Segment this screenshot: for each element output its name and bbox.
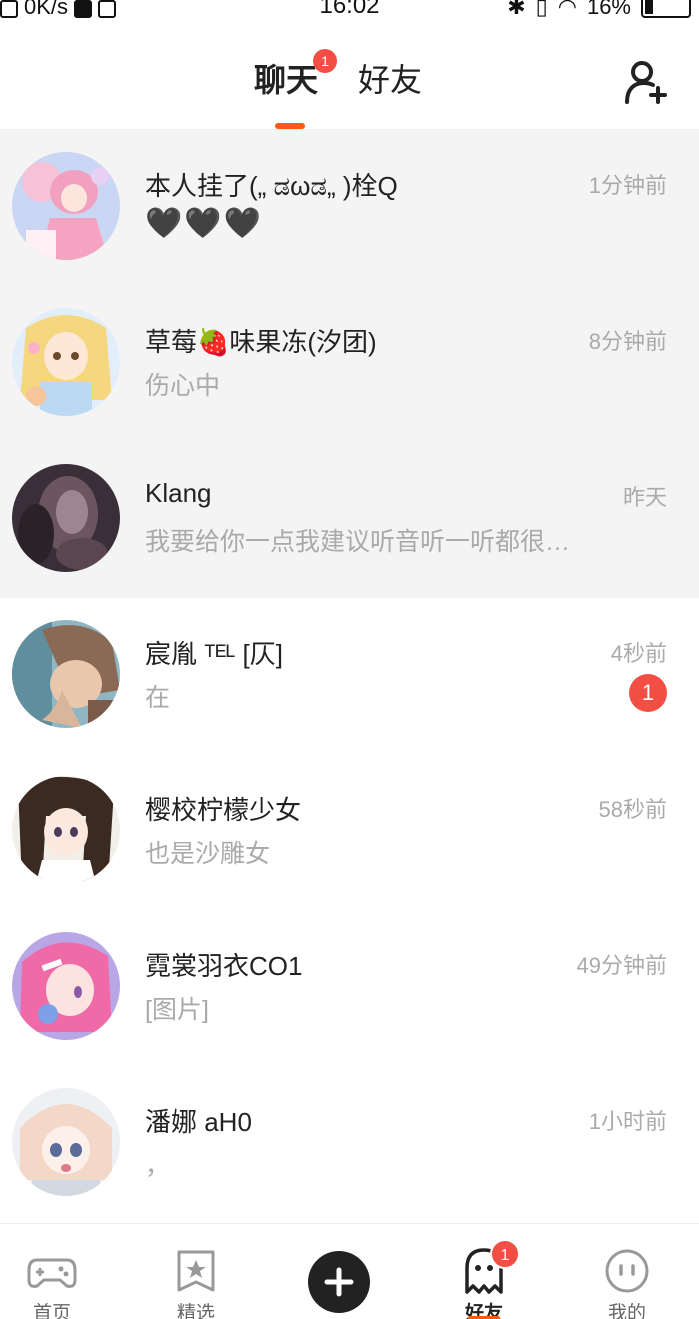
chat-preview: 也是沙雕女 [145, 840, 271, 868]
nav-home[interactable]: 首页 [0, 1224, 107, 1319]
avatar[interactable] [12, 932, 120, 1040]
header: 聊天 1 好友 [0, 22, 699, 130]
chat-preview: [图片] [145, 996, 209, 1024]
chat-row[interactable]: 草莓🍓味果冻(汐团) 8分钟前 伤心中 [0, 286, 699, 442]
avatar[interactable] [12, 1088, 120, 1196]
chat-preview: 伤心中 [145, 372, 221, 400]
avatar[interactable] [12, 620, 120, 728]
chat-row[interactable]: 霓裳羽衣CO1 49分钟前 [图片] [0, 910, 699, 1066]
chat-name: 樱校柠檬少女 [145, 795, 302, 825]
chat-time: 1小时前 [588, 1109, 667, 1134]
tab-chat[interactable]: 聊天 [254, 58, 318, 102]
nav-friends[interactable]: 好友 [429, 1224, 539, 1319]
chat-time: 8分钟前 [588, 329, 667, 354]
tab-friends[interactable]: 好友 [358, 58, 422, 102]
status-right: ✱ ▯ ◠ 16% [507, 0, 691, 20]
avatar[interactable] [12, 152, 120, 260]
chat-row[interactable]: 本人挂了(„ ಡωಡ„ )栓Q 1分钟前 🖤🖤🖤 [0, 130, 699, 286]
chat-preview: 我要给你一点我建议听音听一听都很… [145, 528, 571, 556]
face-icon [605, 1249, 649, 1293]
nav-featured-label: 精选 [176, 1303, 215, 1319]
wifi-icon: ◠ [557, 0, 577, 19]
battery-percent: 16% [586, 0, 631, 19]
chat-time: 4秒前 [610, 641, 667, 666]
chat-name: Klang [145, 478, 212, 508]
nav-profile-label: 我的 [607, 1303, 646, 1319]
avatar[interactable] [12, 776, 120, 884]
chat-name: 霓裳羽衣CO1 [145, 951, 303, 981]
chat-name: 草莓🍓味果冻(汐团) [145, 327, 377, 357]
chat-preview: ， [145, 1152, 171, 1180]
avatar[interactable] [12, 308, 120, 416]
star-bookmark-icon [177, 1250, 215, 1292]
nav-profile[interactable]: 我的 [572, 1224, 682, 1319]
nav-featured[interactable]: 精选 [141, 1224, 251, 1319]
chat-time: 昨天 [622, 485, 667, 510]
unread-badge: 1 [629, 674, 667, 712]
chat-row[interactable]: Klang 昨天 我要给你一点我建议听音听一听都很… [0, 442, 699, 598]
vibrate-icon: ▯ [535, 0, 548, 19]
bottom-nav: 首页 精选 好友 1 我的 [0, 1223, 699, 1319]
chat-time: 1分钟前 [588, 173, 667, 198]
chat-preview: 🖤🖤🖤 [145, 207, 264, 240]
battery-icon [641, 0, 691, 18]
chat-list: 本人挂了(„ ಡωಡ„ )栓Q 1分钟前 🖤🖤🖤 草莓🍓味果冻(汐团) 8分钟前… [0, 130, 699, 1222]
chat-time: 58秒前 [598, 797, 667, 822]
bluetooth-icon: ✱ [507, 0, 526, 19]
chat-row[interactable]: 宸胤 ᵀᴱᴸ [仄] 4秒前 在 1 [0, 598, 699, 754]
active-tab-indicator [275, 123, 305, 129]
chat-row[interactable]: 潘娜 aH0 1小时前 ， [0, 1066, 699, 1222]
avatar[interactable] [12, 464, 120, 572]
chat-row[interactable]: 樱校柠檬少女 58秒前 也是沙雕女 [0, 754, 699, 910]
chat-preview: 在 [145, 684, 171, 712]
chat-time: 49分钟前 [576, 953, 667, 978]
chat-name: 宸胤 ᵀᴱᴸ [仄] [145, 639, 283, 669]
nav-home-label: 首页 [32, 1303, 71, 1319]
status-bar: 0K/s 16:02 ✱ ▯ ◠ 16% [0, 0, 699, 22]
nav-friends-badge: 1 [490, 1239, 520, 1269]
chat-name: 潘娜 aH0 [145, 1107, 252, 1137]
add-user-icon[interactable] [622, 58, 670, 106]
chat-tab-badge: 1 [313, 49, 337, 73]
chat-name: 本人挂了(„ ಡωಡ„ )栓Q [145, 171, 398, 201]
gamepad-icon [27, 1258, 77, 1288]
plus-icon [324, 1267, 354, 1297]
create-post-button[interactable] [308, 1251, 370, 1313]
